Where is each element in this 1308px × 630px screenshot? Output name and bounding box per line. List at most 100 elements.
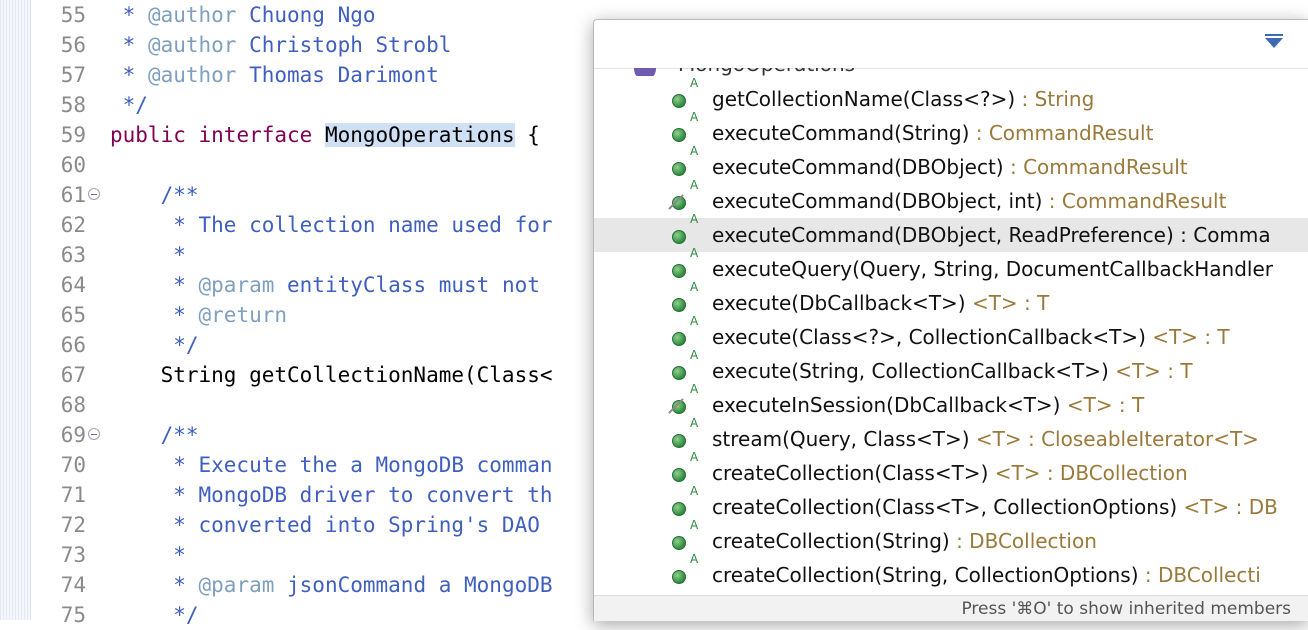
code-text: */	[110, 90, 148, 120]
return-type: : DBCollecti	[1138, 563, 1261, 587]
return-type: : CommandResult	[1003, 155, 1188, 179]
line-number: 58	[60, 93, 86, 117]
code-token: Thomas Darimont	[236, 63, 439, 87]
method-signature: executeCommand(DBObject, ReadPreference)…	[712, 218, 1271, 252]
public-method-icon	[672, 298, 686, 312]
outline-root-label: MongoOperations	[678, 68, 855, 76]
code-token: MongoOperations	[324, 123, 515, 147]
line-number: 63	[60, 243, 86, 267]
code-token: *	[110, 63, 148, 87]
code-text: * @author Thomas Darimont	[110, 60, 439, 90]
code-token: * Execute the a MongoDB comman	[110, 453, 553, 477]
abstract-overlay-icon: A	[690, 246, 699, 260]
line-number: 60	[60, 153, 86, 177]
fold-toggle-icon[interactable]	[88, 188, 100, 200]
public-method-icon	[672, 264, 686, 278]
completion-item[interactable]: AexecuteQuery(Query, String, DocumentCal…	[594, 246, 1308, 286]
line-number: 57	[60, 63, 86, 87]
code-token: @param	[198, 273, 275, 297]
method-name: executeCommand(DBObject)	[712, 155, 1004, 179]
method-signature: executeCommand(DBObject) : CommandResult	[712, 150, 1188, 184]
line-number: 64	[60, 273, 86, 297]
interface-icon	[634, 68, 656, 76]
method-signature: createCollection(String) : DBCollection	[712, 524, 1097, 558]
completion-item[interactable]: AgetCollectionName(Class<?>) : String	[594, 76, 1308, 116]
fold-toggle-icon[interactable]	[88, 428, 100, 440]
code-token: entityClass must not	[274, 273, 540, 297]
code-token: interface	[198, 123, 313, 147]
completion-item[interactable]: Aexecute(Class<?>, CollectionCallback<T>…	[594, 314, 1308, 354]
method-name: executeCommand(DBObject, int)	[712, 189, 1043, 213]
code-text: /**	[110, 420, 199, 450]
outline-root-item[interactable]: MongoOperations	[594, 68, 1308, 76]
completion-item[interactable]: AcreateCollection(Class<T>) <T> : DBColl…	[594, 450, 1308, 490]
code-token: Christoph Strobl	[236, 33, 452, 57]
public-method-icon	[672, 230, 686, 244]
return-type: <T> : DBCollection	[988, 461, 1188, 485]
popup-header	[594, 20, 1308, 69]
completion-item[interactable]: Astream(Query, Class<T>) <T> : Closeable…	[594, 416, 1308, 456]
line-number: 66	[60, 333, 86, 357]
return-type: <T> : DB	[1177, 495, 1278, 519]
completion-item[interactable]: AexecuteCommand(String) : CommandResult	[594, 110, 1308, 150]
abstract-overlay-icon: A	[690, 382, 699, 396]
code-token: @return	[198, 303, 288, 327]
return-type: : DBCollection	[949, 529, 1097, 553]
public-method-icon	[672, 162, 686, 176]
method-signature: executeQuery(Query, String, DocumentCall…	[712, 252, 1273, 286]
public-method-icon	[672, 434, 686, 448]
completion-item[interactable]: AexecuteCommand(DBObject) : CommandResul…	[594, 144, 1308, 184]
method-name: execute(DbCallback<T>)	[712, 291, 966, 315]
abstract-overlay-icon: A	[690, 76, 699, 90]
line-number: 74	[60, 573, 86, 597]
member-list[interactable]: MongoOperations AgetCollectionName(Class…	[594, 68, 1308, 595]
completion-item[interactable]: Aexecute(String, CollectionCallback<T>) …	[594, 348, 1308, 388]
popup-footer: Press '⌘O' to show inherited members	[594, 595, 1308, 621]
code-token: *	[110, 243, 186, 267]
line-number: 71	[60, 483, 86, 507]
code-token: *	[110, 273, 199, 297]
method-name: stream(Query, Class<T>)	[712, 427, 970, 451]
method-name: createCollection(Class<T>)	[712, 461, 989, 485]
abstract-overlay-icon: A	[690, 212, 699, 226]
code-token: @author	[147, 3, 237, 27]
code-token: *	[110, 33, 148, 57]
line-number: 65	[60, 303, 86, 327]
code-token: @author	[147, 33, 237, 57]
return-type: <T> : T	[1108, 359, 1193, 383]
code-token: *	[110, 543, 186, 567]
completion-item[interactable]: AexecuteCommand(DBObject, int) : Command…	[594, 178, 1308, 218]
completion-item[interactable]: AcreateCollection(String) : DBCollection	[594, 518, 1308, 558]
code-token: /**	[110, 423, 199, 447]
public-method-icon	[672, 94, 686, 108]
return-type: : String	[1015, 87, 1095, 111]
code-token: public	[110, 123, 186, 147]
quick-outline-popup[interactable]: MongoOperations AgetCollectionName(Class…	[593, 19, 1308, 621]
completion-item[interactable]: AcreateCollection(Class<T>, CollectionOp…	[594, 484, 1308, 524]
completion-item[interactable]: AexecuteInSession(DbCallback<T>) <T> : T	[594, 382, 1308, 422]
completion-item[interactable]: AcreateCollection(String, CollectionOpti…	[594, 552, 1308, 592]
abstract-overlay-icon: A	[690, 518, 699, 532]
code-text: *	[110, 240, 186, 270]
abstract-overlay-icon: A	[690, 178, 699, 192]
code-text: /**	[110, 180, 199, 210]
public-method-icon	[672, 536, 686, 550]
code-text: * @author Christoph Strobl	[110, 30, 452, 60]
method-signature: executeInSession(DbCallback<T>) <T> : T	[712, 388, 1144, 422]
code-text: * The collection name used for	[110, 210, 553, 240]
method-name: getCollectionName(Class<?>)	[712, 87, 1016, 111]
code-token: * The collection name used for	[110, 213, 553, 237]
method-signature: stream(Query, Class<T>) <T> : CloseableI…	[712, 422, 1259, 456]
code-text: *	[110, 540, 186, 570]
view-menu-icon[interactable]	[1265, 34, 1283, 48]
completion-item[interactable]: Aexecute(DbCallback<T>) <T> : T	[594, 280, 1308, 320]
code-text: * converted into Spring's DAO	[110, 510, 540, 540]
return-type: : CommandResult	[969, 121, 1154, 145]
completion-item[interactable]: AexecuteCommand(DBObject, ReadPreference…	[594, 212, 1308, 252]
method-name: executeCommand(DBObject, ReadPreference)…	[712, 223, 1271, 247]
line-number: 67	[60, 363, 86, 387]
line-number: 68	[60, 393, 86, 417]
abstract-overlay-icon: A	[690, 144, 699, 158]
method-signature: execute(Class<?>, CollectionCallback<T>)…	[712, 320, 1230, 354]
